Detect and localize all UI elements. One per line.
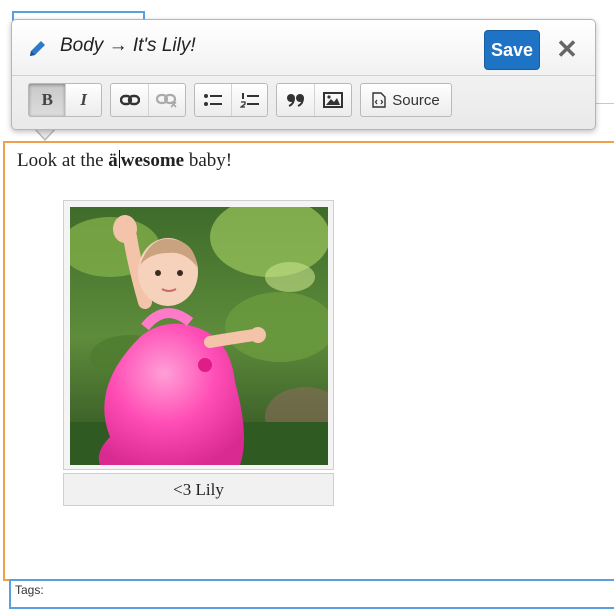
bold-text-first-letter: ä (108, 150, 118, 171)
image-button[interactable] (314, 84, 351, 116)
close-icon: ✕ (556, 34, 578, 64)
image-caption[interactable]: <3 Lily (63, 473, 334, 506)
italic-button[interactable]: I (65, 84, 101, 116)
bulleted-list-icon (204, 94, 223, 106)
paragraph-text-end: baby! (184, 150, 233, 171)
numbered-list-icon (239, 93, 259, 108)
field-title: Body → It's Lily! (60, 35, 196, 56)
save-button[interactable]: Save (484, 30, 540, 70)
source-button[interactable]: Source (361, 84, 451, 116)
numbered-list-button[interactable] (231, 84, 267, 116)
bold-text-rest: wesome (120, 150, 185, 171)
close-button[interactable]: ✕ (553, 35, 581, 63)
unlink-button[interactable] (148, 84, 185, 116)
baby-photo[interactable] (70, 207, 328, 465)
blockquote-icon (286, 94, 304, 107)
bulleted-list-button[interactable] (195, 84, 231, 116)
toolbar-header: Body → It's Lily! Save ✕ (12, 20, 595, 76)
tags-field[interactable]: Tags: (9, 579, 614, 609)
paragraph-text-start: Look at the (17, 150, 109, 171)
text-cursor (118, 150, 120, 168)
format-group: B I (28, 83, 102, 117)
editor-paragraph[interactable]: Look at the ä wesome baby! (17, 150, 232, 172)
image-icon (323, 92, 344, 108)
bold-icon: B (41, 90, 53, 109)
blockquote-button[interactable] (277, 84, 314, 116)
image-figure[interactable]: <3 Lily (63, 200, 335, 508)
unlink-icon (156, 93, 177, 108)
link-group (110, 83, 186, 117)
bold-text: ä wesome (108, 150, 184, 171)
tags-label: Tags: (15, 583, 44, 597)
bold-button[interactable]: B (29, 84, 66, 116)
link-icon (119, 94, 140, 106)
source-group: Source (360, 83, 452, 117)
photo-frame (63, 200, 334, 470)
pencil-icon (30, 41, 45, 56)
inline-editor-toolbar: Body → It's Lily! Save ✕ B I Source (11, 19, 596, 130)
source-label: Source (392, 91, 440, 109)
insert-group (276, 83, 352, 117)
italic-icon: I (80, 90, 88, 109)
list-group (194, 83, 268, 117)
source-icon (372, 92, 386, 108)
link-button[interactable] (111, 84, 148, 116)
